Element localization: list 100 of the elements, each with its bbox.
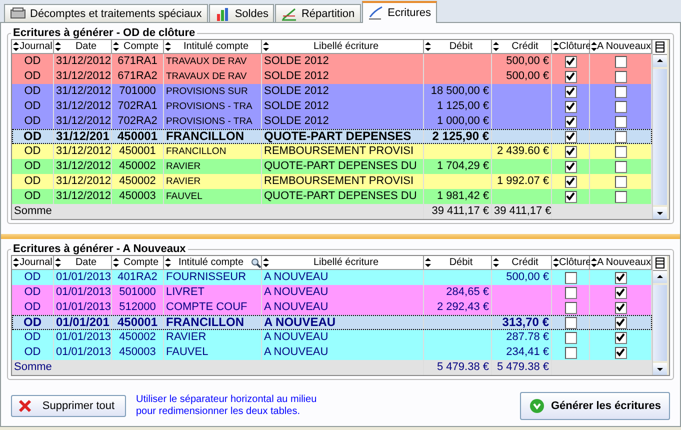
- checkbox[interactable]: [614, 176, 626, 188]
- group-title: Ecritures à générer - A Nouveaux: [12, 243, 187, 255]
- generate-button[interactable]: Générer les écritures: [520, 392, 670, 420]
- column-header[interactable]: Crédit: [492, 40, 552, 54]
- scroll-up-icon[interactable]: [653, 55, 667, 67]
- checkbox[interactable]: [614, 56, 626, 68]
- table-row[interactable]: OD 01/01/2013 450002 RAVIER A NOUVEAU 287.78 €: [12, 330, 652, 345]
- column-header[interactable]: A Nouveaux: [590, 256, 652, 270]
- tab-icon: [368, 5, 384, 21]
- table-row[interactable]: OD 31/12/2012 450001 FRANCILLON REMBOURSEMENT PROVISI 2 439.60 €: [12, 144, 652, 159]
- checkbox[interactable]: [564, 286, 576, 298]
- checkbox[interactable]: [614, 86, 626, 98]
- checkbox[interactable]: [564, 272, 576, 284]
- checkbox[interactable]: [564, 190, 576, 202]
- column-header[interactable]: Date: [54, 256, 112, 270]
- checkbox[interactable]: [564, 130, 576, 142]
- column-header[interactable]: Journal: [12, 256, 54, 270]
- column-header[interactable]: Compte: [112, 40, 164, 54]
- checkbox[interactable]: [564, 346, 576, 358]
- checkbox[interactable]: [564, 332, 576, 344]
- column-chooser-icon[interactable]: [653, 40, 667, 55]
- table-row[interactable]: OD 31/12/2012 450003 FAUVEL QUOTE-PART DEPENSES DU 1 981,42 €: [12, 189, 652, 204]
- delete-icon: [18, 399, 32, 413]
- checkbox[interactable]: [564, 86, 576, 98]
- checkbox[interactable]: [564, 176, 576, 188]
- sort-icon: [13, 42, 19, 51]
- checkbox[interactable]: [614, 130, 626, 142]
- scrollbar[interactable]: [652, 40, 667, 219]
- tab[interactable]: Soldes: [208, 4, 274, 22]
- table-row[interactable]: OD 01/01/2013 401RA2 FOURNISSEUR A NOUVEAU 500,00 €: [12, 270, 652, 285]
- checkbox[interactable]: [564, 70, 576, 82]
- column-header[interactable]: Intitulé compte: [164, 256, 262, 270]
- column-header[interactable]: Libellé écriture: [262, 40, 424, 54]
- scroll-up-icon[interactable]: [653, 271, 667, 283]
- checkbox[interactable]: [614, 146, 626, 158]
- checkbox[interactable]: [614, 190, 626, 202]
- tab[interactable]: Décomptes et traitements spéciaux: [4, 4, 208, 22]
- column-header[interactable]: Date: [54, 40, 112, 54]
- table-row[interactable]: OD 31/12/2012 671RA2 TRAVAUX DE RAV SOLDE 2012 500,00 €: [12, 69, 652, 84]
- scrollbar[interactable]: [652, 256, 667, 375]
- table-row[interactable]: OD 31/12/201 450001 FRANCILLON QUOTE-PART DEPENSES 2 125,90 €: [12, 129, 652, 144]
- checkbox[interactable]: [564, 316, 576, 328]
- scroll-down-icon[interactable]: [653, 207, 667, 219]
- checkbox[interactable]: [614, 286, 626, 298]
- checkbox[interactable]: [614, 346, 626, 358]
- checkbox[interactable]: [564, 100, 576, 112]
- table-row[interactable]: OD 31/12/2012 450002 RAVIER QUOTE-PART DEPENSES DU 1 704,29 €: [12, 159, 652, 174]
- delete-all-button[interactable]: Supprimer tout: [11, 395, 126, 417]
- tab-icon: [281, 6, 298, 22]
- table-row[interactable]: OD 01/01/2013 501000 LIVRET A NOUVEAU 284,65 €: [12, 285, 652, 300]
- table-row[interactable]: OD 31/12/2012 701000 PROVISIONS SUR SOLDE 2012 18 500,00 €: [12, 84, 652, 99]
- total-credit: 5 479.38 €: [492, 360, 552, 375]
- group-title: Ecritures à générer - OD de clôture: [12, 27, 196, 39]
- checkbox[interactable]: [564, 302, 576, 314]
- column-header[interactable]: A Nouveaux: [590, 40, 652, 54]
- column-header[interactable]: Journal: [12, 40, 54, 54]
- column-header[interactable]: Débit: [424, 40, 492, 54]
- table-row[interactable]: OD 31/12/2012 702RA1 PROVISIONS - TRA SOLDE 2012 1 125,00 €: [12, 99, 652, 114]
- checkbox[interactable]: [614, 302, 626, 314]
- checkbox[interactable]: [614, 272, 626, 284]
- column-header[interactable]: Clôture: [552, 40, 590, 54]
- checkbox[interactable]: [614, 116, 626, 128]
- table-row[interactable]: OD 01/01/2013 450003 FAUVEL A NOUVEAU 234,41 €: [12, 345, 652, 360]
- checkbox[interactable]: [564, 116, 576, 128]
- table-row[interactable]: OD 31/12/2012 702RA2 PROVISIONS - TRA SOLDE 2012 1 000,00 €: [12, 114, 652, 129]
- column-header[interactable]: Libellé écriture: [262, 256, 424, 270]
- checkbox[interactable]: [614, 332, 626, 344]
- checkbox[interactable]: [614, 160, 626, 172]
- column-header[interactable]: Clôture: [552, 256, 590, 270]
- tab-icon: [214, 6, 231, 22]
- tab-icon: [10, 6, 26, 22]
- check-circle-icon: [528, 398, 545, 414]
- table-row[interactable]: OD 31/12/2012 671RA1 TRAVAUX DE RAV SOLDE 2012 500,00 €: [12, 54, 652, 69]
- column-header[interactable]: Débit: [424, 256, 492, 270]
- table-row[interactable]: OD 01/01/2013 512000 COMPTE COUF A NOUVEAU 2 292,43 €: [12, 300, 652, 315]
- checkbox[interactable]: [614, 100, 626, 112]
- total-debit: 39 411,17 €: [424, 204, 492, 219]
- total-debit: 5 479.38 €: [424, 360, 492, 375]
- column-header[interactable]: Intitulé compte: [164, 40, 262, 54]
- checkbox[interactable]: [564, 56, 576, 68]
- table-row[interactable]: OD 31/12/2012 450002 RAVIER REMBOURSEMENT PROVISI 1 992.07 €: [12, 174, 652, 189]
- total-label: Somme: [12, 360, 424, 375]
- column-header[interactable]: Crédit: [492, 256, 552, 270]
- total-label: Somme: [12, 204, 424, 219]
- scroll-thumb[interactable]: [653, 285, 667, 361]
- checkbox[interactable]: [614, 316, 626, 328]
- column-header[interactable]: Compte: [112, 256, 164, 270]
- column-chooser-icon[interactable]: [653, 256, 667, 271]
- scroll-thumb[interactable]: [653, 69, 667, 205]
- scroll-down-icon[interactable]: [653, 363, 667, 375]
- checkbox[interactable]: [614, 70, 626, 82]
- sort-icon: [13, 258, 19, 267]
- table-row[interactable]: OD 01/01/201 450001 FRANCILLON A NOUVEAU 313,70 €: [12, 315, 652, 330]
- total-credit: 39 411,17 €: [492, 204, 552, 219]
- tab[interactable]: Ecritures: [362, 1, 438, 23]
- tab[interactable]: Répartition: [275, 4, 361, 22]
- search-icon[interactable]: [251, 258, 261, 268]
- checkbox[interactable]: [564, 160, 576, 172]
- checkbox[interactable]: [564, 146, 576, 158]
- hint-text: Utiliser le séparateur horizontal au milieu pour redimensionner les deux tables.: [136, 394, 317, 418]
